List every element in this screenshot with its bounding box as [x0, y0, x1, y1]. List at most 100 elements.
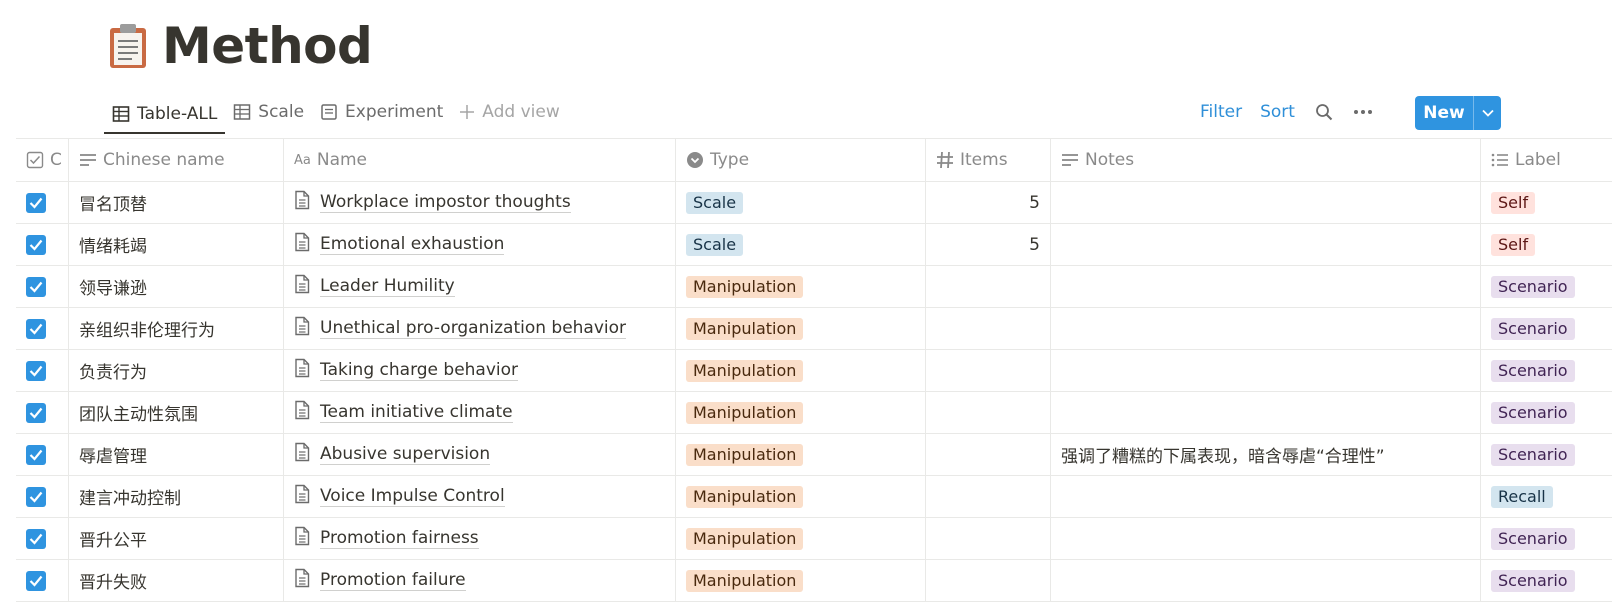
label-cell[interactable]: Scenario	[1481, 560, 1612, 601]
type-cell[interactable]: Manipulation	[676, 476, 926, 517]
table-row[interactable]: 冒名顶替 Workplace impostor thoughts Scale 5 Sel…	[16, 182, 1612, 224]
notes-cell[interactable]	[1051, 476, 1481, 517]
type-cell[interactable]: Scale	[676, 224, 926, 265]
table-row[interactable]: 辱虐管理 Abusive supervision Manipulation 强调了糟糕…	[16, 434, 1612, 476]
name-cell[interactable]: Abusive supervision	[284, 434, 676, 475]
label-cell[interactable]: Scenario	[1481, 518, 1612, 559]
label-cell[interactable]: Scenario	[1481, 392, 1612, 433]
items-cell[interactable]	[926, 266, 1051, 307]
name-cell[interactable]: Team initiative climate	[284, 392, 676, 433]
type-cell[interactable]: Manipulation	[676, 266, 926, 307]
column-header-items[interactable]: Items	[926, 139, 1051, 181]
chinese-name-cell[interactable]: 晋升失败	[69, 560, 284, 601]
name-cell[interactable]: Unethical pro-organization behavior	[284, 308, 676, 349]
name-cell[interactable]: Leader Humility	[284, 266, 676, 307]
label-cell[interactable]: Scenario	[1481, 434, 1612, 475]
column-header-check[interactable]: C	[16, 139, 69, 181]
chevron-down-icon[interactable]	[1474, 96, 1501, 130]
page-link[interactable]: Unethical pro-organization behavior	[320, 318, 627, 339]
type-cell[interactable]: Manipulation	[676, 350, 926, 391]
search-icon[interactable]	[1315, 103, 1333, 121]
label-cell[interactable]: Scenario	[1481, 350, 1612, 391]
table-row[interactable]: 晋升公平 Promotion fairness Manipulation Scenar…	[16, 518, 1612, 560]
clipboard-icon[interactable]	[108, 23, 148, 69]
notes-cell[interactable]	[1051, 224, 1481, 265]
table-row[interactable]: 建言冲动控制 Voice Impulse Control Manipulation R…	[16, 476, 1612, 518]
table-row[interactable]: 亲组织非伦理行为 Unethical pro-organization behav…	[16, 308, 1612, 350]
notes-cell[interactable]	[1051, 182, 1481, 223]
chinese-name-cell[interactable]: 冒名顶替	[69, 182, 284, 223]
items-cell[interactable]	[926, 476, 1051, 517]
column-header-notes[interactable]: Notes	[1051, 139, 1481, 181]
chinese-name-cell[interactable]: 团队主动性氛围	[69, 392, 284, 433]
type-cell[interactable]: Manipulation	[676, 560, 926, 601]
table-row[interactable]: 领导谦逊 Leader Humility Manipulation Scenario	[16, 266, 1612, 308]
notes-cell[interactable]	[1051, 560, 1481, 601]
name-cell[interactable]: Voice Impulse Control	[284, 476, 676, 517]
chinese-name-cell[interactable]: 负责行为	[69, 350, 284, 391]
checkbox[interactable]	[26, 528, 46, 549]
notes-cell[interactable]	[1051, 350, 1481, 391]
items-cell[interactable]: 5	[926, 224, 1051, 265]
checkbox[interactable]	[26, 276, 46, 297]
name-cell[interactable]: Promotion failure	[284, 560, 676, 601]
items-cell[interactable]	[926, 308, 1051, 349]
notes-cell[interactable]	[1051, 518, 1481, 559]
tab-scale[interactable]: Scale	[225, 96, 312, 128]
type-cell[interactable]: Manipulation	[676, 434, 926, 475]
table-row[interactable]: 晋升失败 Promotion failure Manipulation Scenari…	[16, 560, 1612, 602]
tab-table-all[interactable]: Table-ALL	[104, 96, 226, 134]
page-link[interactable]: Voice Impulse Control	[320, 486, 505, 507]
page-link[interactable]: Taking charge behavior	[320, 360, 519, 381]
table-row[interactable]: 情绪耗竭 Emotional exhaustion Scale 5 Self	[16, 224, 1612, 266]
page-link[interactable]: Leader Humility	[320, 276, 455, 297]
chinese-name-cell[interactable]: 情绪耗竭	[69, 224, 284, 265]
new-button[interactable]: New	[1415, 96, 1474, 130]
name-cell[interactable]: Workplace impostor thoughts	[284, 182, 676, 223]
tab-experiment[interactable]: Experiment	[312, 96, 451, 128]
chinese-name-cell[interactable]: 亲组织非伦理行为	[69, 308, 284, 349]
checkbox[interactable]	[26, 570, 46, 591]
items-cell[interactable]: 5	[926, 182, 1051, 223]
type-cell[interactable]: Manipulation	[676, 518, 926, 559]
page-link[interactable]: Promotion fairness	[320, 528, 479, 549]
column-header-name[interactable]: Aa Name	[284, 139, 676, 181]
checkbox[interactable]	[26, 234, 46, 255]
label-cell[interactable]: Scenario	[1481, 308, 1612, 349]
checkbox[interactable]	[26, 192, 46, 213]
chinese-name-cell[interactable]: 领导谦逊	[69, 266, 284, 307]
page-link[interactable]: Promotion failure	[320, 570, 466, 591]
chinese-name-cell[interactable]: 辱虐管理	[69, 434, 284, 475]
checkbox[interactable]	[26, 402, 46, 423]
name-cell[interactable]: Promotion fairness	[284, 518, 676, 559]
column-header-label[interactable]: Label	[1481, 139, 1612, 181]
add-view-button[interactable]: Add view	[451, 96, 567, 128]
checkbox[interactable]	[26, 444, 46, 465]
notes-cell[interactable]	[1051, 308, 1481, 349]
type-cell[interactable]: Manipulation	[676, 308, 926, 349]
column-header-type[interactable]: Type	[676, 139, 926, 181]
notes-cell[interactable]: 强调了糟糕的下属表现，暗含辱虐“合理性”	[1051, 434, 1481, 475]
items-cell[interactable]	[926, 434, 1051, 475]
filter-button[interactable]: Filter	[1200, 102, 1242, 122]
notes-cell[interactable]	[1051, 392, 1481, 433]
name-cell[interactable]: Taking charge behavior	[284, 350, 676, 391]
notes-cell[interactable]	[1051, 266, 1481, 307]
page-link[interactable]: Emotional exhaustion	[320, 234, 505, 255]
checkbox[interactable]	[26, 318, 46, 339]
items-cell[interactable]	[926, 392, 1051, 433]
label-cell[interactable]: Scenario	[1481, 266, 1612, 307]
table-row[interactable]: 团队主动性氛围 Team initiative climate Manipulati…	[16, 392, 1612, 434]
type-cell[interactable]: Scale	[676, 182, 926, 223]
items-cell[interactable]	[926, 518, 1051, 559]
page-link[interactable]: Abusive supervision	[320, 444, 491, 465]
label-cell[interactable]: Recall	[1481, 476, 1612, 517]
sort-button[interactable]: Sort	[1260, 102, 1295, 122]
items-cell[interactable]	[926, 560, 1051, 601]
label-cell[interactable]: Self	[1481, 224, 1612, 265]
column-header-chinese-name[interactable]: Chinese name	[69, 139, 284, 181]
checkbox[interactable]	[26, 486, 46, 507]
name-cell[interactable]: Emotional exhaustion	[284, 224, 676, 265]
items-cell[interactable]	[926, 350, 1051, 391]
checkbox[interactable]	[26, 360, 46, 381]
